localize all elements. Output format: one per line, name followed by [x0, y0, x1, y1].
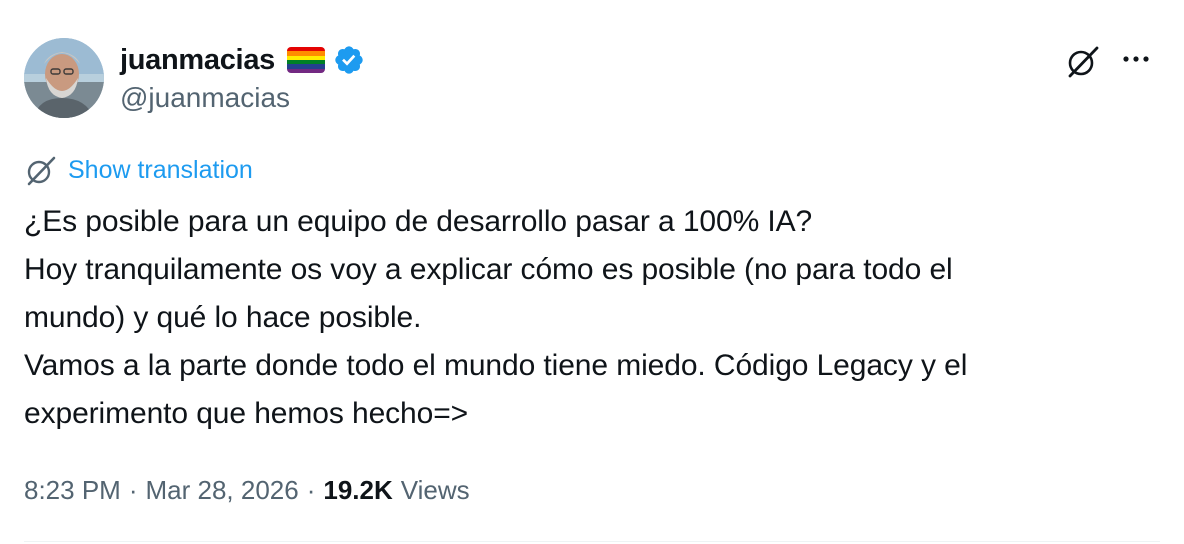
tweet-time[interactable]: 8:23 PM: [24, 475, 121, 506]
tweet-text-line: experimento que hemos hecho=>: [24, 397, 469, 430]
rainbow-flag-icon: [286, 47, 325, 73]
grok-button[interactable]: [1064, 42, 1102, 80]
tweet-card: juanmacias @juanmacias Show translation …: [0, 0, 1184, 544]
more-options-button[interactable]: [1116, 44, 1156, 74]
tweet-metadata: 8:23 PM · Mar 28, 2026 · 19.2K Views: [24, 470, 470, 510]
divider: [24, 541, 1160, 542]
grok-icon: [1068, 46, 1099, 78]
avatar-image: [24, 38, 104, 118]
views-count[interactable]: 19.2K: [323, 475, 392, 506]
tweet-text-line: Hoy tranquilamente os voy a explicar cóm…: [24, 253, 953, 286]
translation-row[interactable]: Show translation: [24, 152, 253, 188]
tweet-text-line: mundo) y qué lo hace posible.: [24, 301, 422, 334]
meta-separator: ·: [306, 474, 316, 505]
avatar[interactable]: [24, 38, 104, 118]
flag-stripe: [286, 68, 325, 73]
tweet-date[interactable]: Mar 28, 2026: [146, 475, 299, 506]
author-display-name[interactable]: juanmacias: [120, 44, 275, 77]
more-dots-icon: [1123, 56, 1149, 62]
tweet-text-line: Vamos a la parte donde todo el mundo tie…: [24, 349, 968, 382]
views-label[interactable]: Views: [401, 475, 470, 506]
show-translation-link[interactable]: Show translation: [68, 156, 253, 185]
tweet-text: ¿Es posible para un equipo de desarrollo…: [24, 198, 1154, 438]
verified-badge-icon[interactable]: [333, 44, 365, 76]
author-handle[interactable]: @juanmacias: [120, 82, 290, 114]
meta-separator: ·: [128, 474, 138, 505]
author-name-row: juanmacias: [120, 40, 365, 80]
tweet-text-line: ¿Es posible para un equipo de desarrollo…: [24, 205, 813, 238]
grok-icon: [27, 156, 56, 186]
